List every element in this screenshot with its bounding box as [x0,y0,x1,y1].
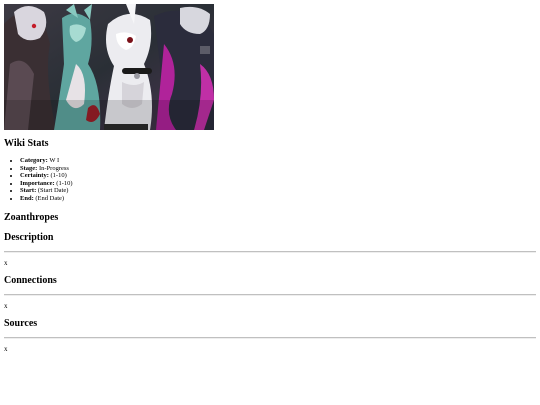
stat-end: End: (End Date) [20,195,73,203]
stat-value: In-Progress [38,164,69,172]
section-divider [4,251,536,253]
stat-start: Start: (Start Date) [20,187,73,195]
wiki-stats-heading: Wiki Stats [4,138,49,149]
stat-importance: Importance: (1-10) [20,180,73,188]
stat-certainty: Certainty: (1-10) [20,172,73,180]
section-divider [4,294,536,296]
wiki-page: Wiki Stats Category: W I Stage: In-Progr… [0,0,540,405]
wiki-stats-list: Category: W I Stage: In-Progress Certain… [20,157,73,203]
stat-stage: Stage: In-Progress [20,165,73,173]
sources-heading: Sources [4,318,38,329]
stat-value: (1-10) [56,179,73,187]
description-heading: Description [4,232,54,243]
page-title: Zoanthropes [4,212,59,223]
connections-text: x [4,302,8,310]
stat-value: (Start Date) [37,187,69,195]
stat-label: End: [20,194,34,202]
stat-value: (End Date) [35,194,65,202]
character-art-image [4,4,214,130]
stat-value: W I [49,157,60,164]
stat-label: Certainty: [20,172,49,180]
stat-category: Category: W I [20,157,73,165]
sources-text: x [4,345,8,353]
section-divider [4,337,536,339]
stat-label: Stage: [20,164,38,172]
stat-value: (1-10) [50,172,67,180]
connections-heading: Connections [4,275,57,286]
stat-label: Category: [20,157,48,164]
stat-label: Importance: [20,179,55,187]
stat-label: Start: [20,187,37,195]
description-text: x [4,259,8,267]
